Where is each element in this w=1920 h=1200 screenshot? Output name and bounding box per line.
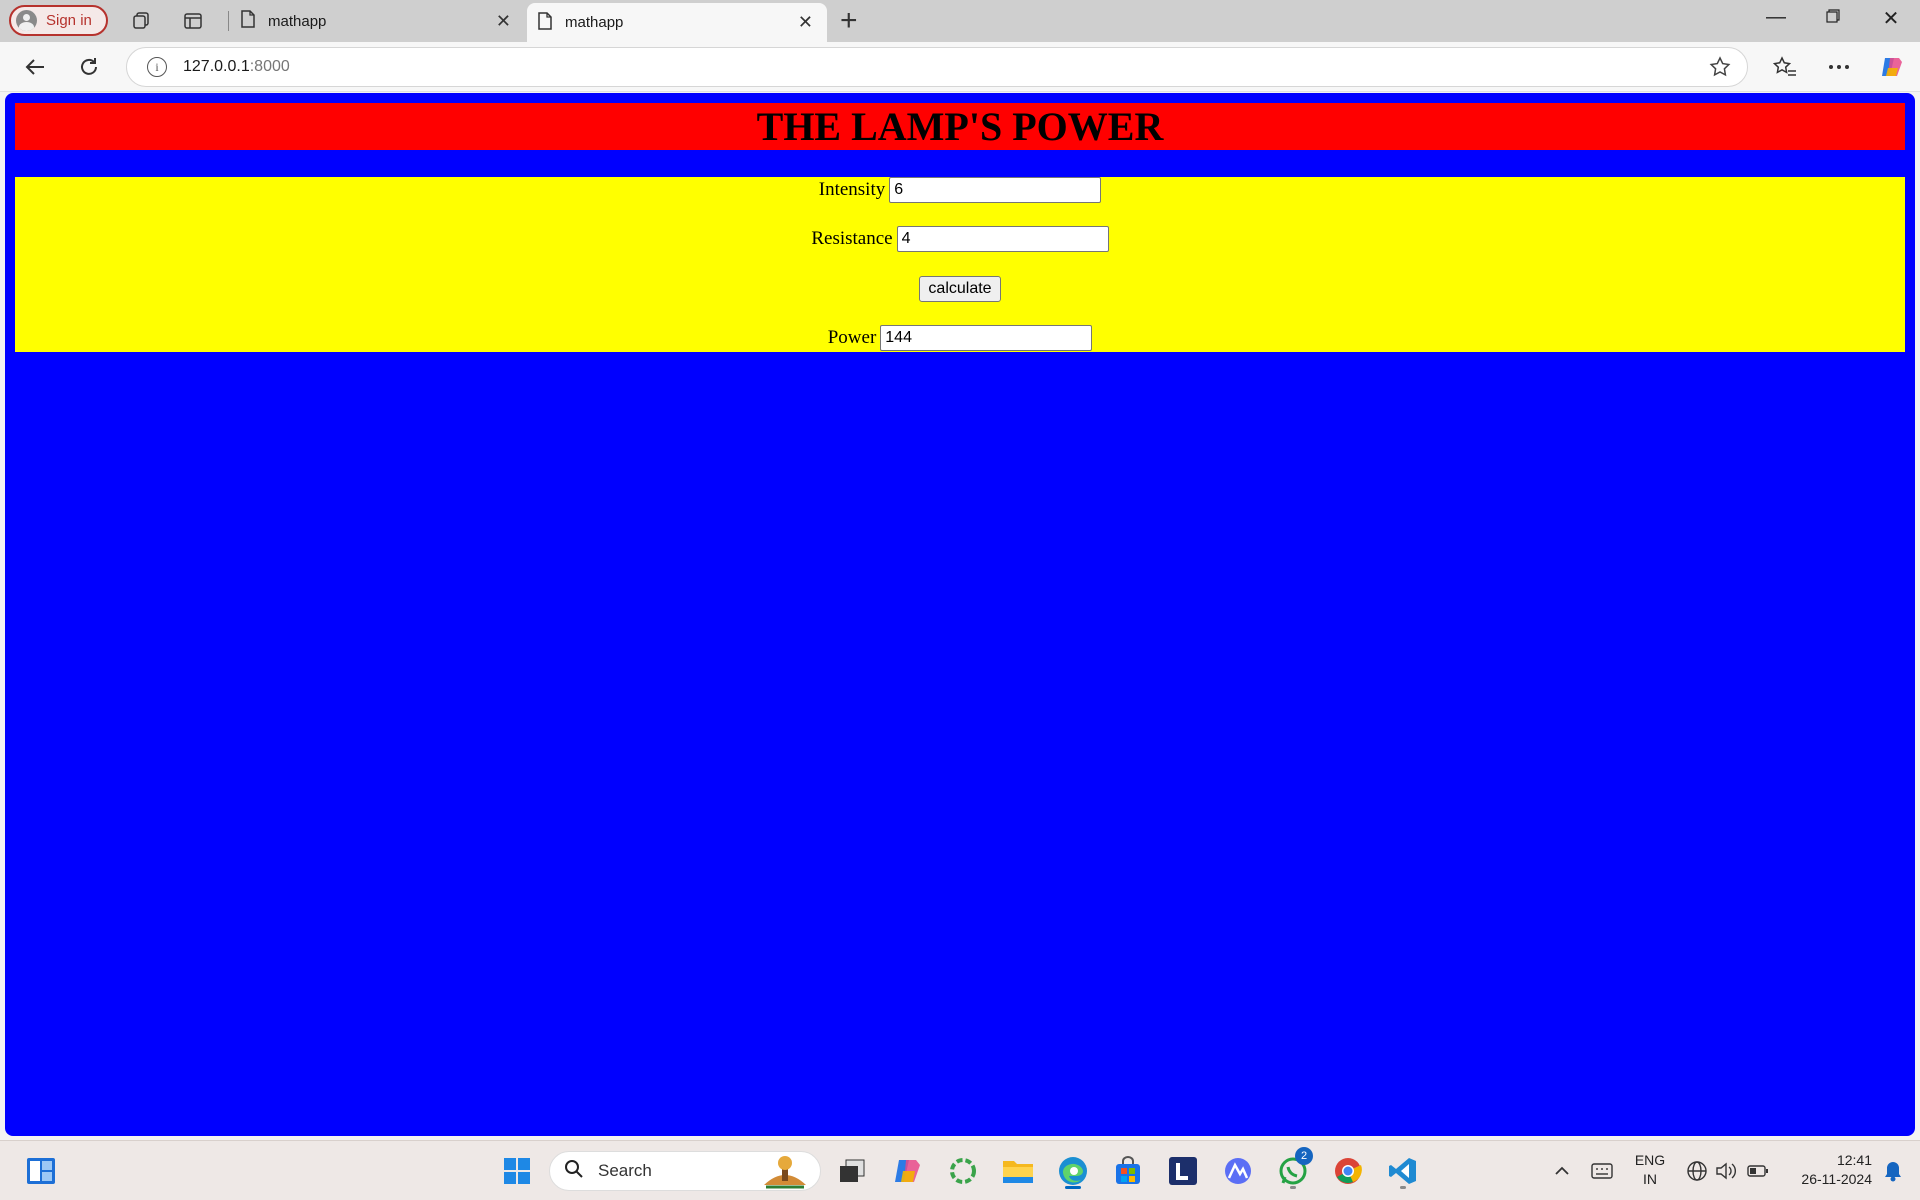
favorites-icon[interactable] <box>1770 52 1800 82</box>
page-title: THE LAMP'S POWER <box>756 104 1164 149</box>
intensity-row: Intensity <box>15 177 1905 203</box>
clock-time: 12:41 <box>1836 1152 1872 1168</box>
windows-taskbar: Search 2 ENG IN 12:41 26-11-2024 <box>0 1140 1920 1200</box>
power-label: Power <box>827 327 877 348</box>
store-icon[interactable] <box>1108 1151 1148 1191</box>
intensity-input[interactable] <box>889 177 1102 203</box>
edge-icon[interactable] <box>1053 1151 1093 1191</box>
tab-separator <box>228 11 229 31</box>
sign-in-button[interactable]: Sign in <box>9 5 108 36</box>
resistance-row: Resistance <box>15 226 1905 252</box>
calculate-button[interactable]: calculate <box>919 276 1001 302</box>
l-app-icon[interactable] <box>1163 1151 1203 1191</box>
vertical-tabs-icon[interactable] <box>182 10 204 32</box>
keyboard-icon[interactable] <box>1582 1151 1622 1191</box>
browser-toolbar: i 127.0.0.1:8000 <box>0 42 1920 92</box>
start-icon[interactable] <box>497 1151 537 1191</box>
battery-icon[interactable] <box>1738 1151 1778 1191</box>
close-window-icon[interactable]: ✕ <box>1871 6 1911 31</box>
running-indicator <box>1065 1186 1081 1189</box>
running-indicator <box>1290 1186 1296 1189</box>
vscode-icon[interactable] <box>1383 1151 1423 1191</box>
resistance-label: Resistance <box>811 228 893 249</box>
show-hidden-icons-icon[interactable] <box>1542 1151 1582 1191</box>
clock-date: 26-11-2024 <box>1801 1171 1872 1187</box>
site-info-icon[interactable]: i <box>147 57 167 77</box>
running-indicator <box>1400 1186 1406 1189</box>
restore-icon[interactable] <box>1813 6 1853 29</box>
more-options-icon[interactable] <box>1824 52 1854 82</box>
intensity-label: Intensity <box>818 179 886 200</box>
workspaces-icon[interactable] <box>130 10 152 32</box>
region-code: IN <box>1643 1171 1657 1187</box>
browser-tab-bar: Sign in mathapp ✕ mathapp ✕ + — ✕ <box>0 0 1920 42</box>
document-icon <box>240 10 256 32</box>
resistance-input[interactable] <box>896 226 1109 252</box>
taskbar-search[interactable]: Search <box>549 1151 821 1191</box>
search-icon <box>564 1159 584 1184</box>
language-code: ENG <box>1634 1152 1666 1168</box>
tab-title: mathapp <box>268 12 327 30</box>
whatsapp-badge: 2 <box>1295 1147 1313 1165</box>
profile-avatar-icon <box>16 10 37 31</box>
minimize-icon[interactable]: — <box>1756 6 1796 29</box>
notification-bell-icon[interactable] <box>1873 1151 1913 1191</box>
power-row: Power <box>15 325 1905 351</box>
search-label: Search <box>598 1161 652 1180</box>
address-bar[interactable]: i 127.0.0.1:8000 <box>126 47 1748 87</box>
file-explorer-icon[interactable] <box>998 1151 1038 1191</box>
tab-mathapp-2[interactable]: mathapp ✕ <box>527 3 827 42</box>
new-tab-icon[interactable]: + <box>840 4 858 38</box>
widgets-icon[interactable] <box>21 1151 61 1191</box>
chrome-icon[interactable] <box>1328 1151 1368 1191</box>
linear-icon[interactable] <box>1218 1151 1258 1191</box>
page-viewport: THE LAMP'S POWER Intensity Resistance ca… <box>5 93 1915 1136</box>
tab-mathapp-1[interactable]: mathapp ✕ <box>230 0 525 42</box>
calculate-row: calculate <box>15 276 1905 302</box>
url-text: 127.0.0.1:8000 <box>183 58 290 75</box>
calculator-form: Intensity Resistance calculate Power <box>15 177 1905 352</box>
tab-title: mathapp <box>565 14 624 31</box>
whatsapp-icon[interactable]: 2 <box>1273 1147 1313 1191</box>
sign-in-label: Sign in <box>46 12 92 29</box>
power-output[interactable] <box>880 325 1093 351</box>
close-tab-icon[interactable]: ✕ <box>496 11 511 32</box>
refresh-icon[interactable] <box>74 52 104 82</box>
document-icon <box>537 11 553 34</box>
loop-icon[interactable] <box>943 1151 983 1191</box>
page-header: THE LAMP'S POWER <box>15 103 1905 150</box>
copilot-app-icon[interactable] <box>888 1151 928 1191</box>
copilot-icon[interactable] <box>1877 52 1907 82</box>
language-indicator[interactable]: ENG IN <box>1628 1151 1672 1189</box>
task-view-icon[interactable] <box>832 1151 872 1191</box>
clock[interactable]: 12:41 26-11-2024 <box>1782 1151 1872 1189</box>
back-icon[interactable] <box>20 52 50 82</box>
close-tab-icon[interactable]: ✕ <box>798 12 813 33</box>
favorite-star-icon[interactable] <box>1709 56 1731 83</box>
search-highlight-icon <box>762 1155 808 1194</box>
